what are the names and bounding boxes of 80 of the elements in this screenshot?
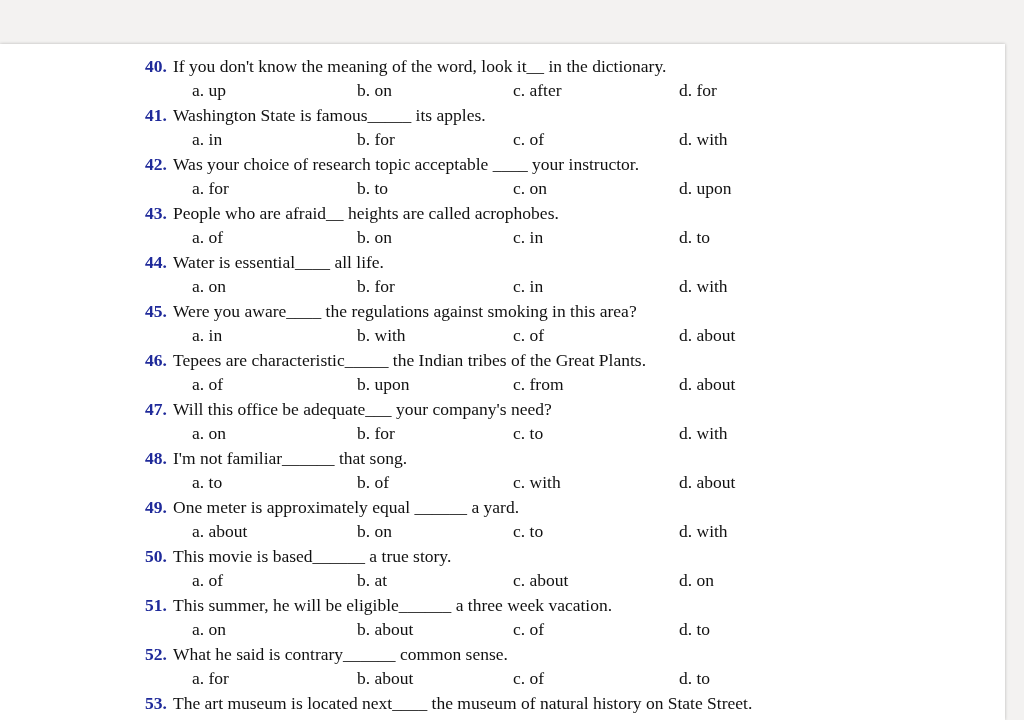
answer-option: c. in (513, 227, 679, 249)
answer-option: b. on (357, 521, 513, 543)
answer-option: a. for (192, 178, 357, 200)
answer-option: d. to (679, 619, 779, 641)
answer-option: c. of (513, 325, 679, 347)
answer-option: c. of (513, 668, 679, 690)
answer-option: a. up (192, 80, 357, 102)
answer-option: c. of (513, 619, 679, 641)
question-text: This movie is based______ a true story. (173, 545, 452, 567)
question-text: I'm not familiar______ that song. (173, 447, 408, 469)
answer-option: d. about (679, 374, 779, 396)
answer-option: d. with (679, 129, 779, 151)
question-number: 43. (145, 202, 168, 224)
answer-option: c. to (513, 423, 679, 445)
question-text: What he said is contrary______ common sense. (173, 643, 508, 665)
answer-option: d. with (679, 521, 779, 543)
answer-option: c. on (513, 178, 679, 200)
answer-option: a. on (192, 276, 357, 298)
answer-option: b. about (357, 619, 513, 641)
answer-option: a. on (192, 423, 357, 445)
answer-option: a. of (192, 227, 357, 249)
answer-option: a. for (192, 668, 357, 690)
question-number: 52. (145, 643, 168, 665)
answer-option: d. about (679, 472, 779, 494)
question-number: 53. (145, 692, 168, 714)
question-number: 50. (145, 545, 168, 567)
answer-option: b. for (357, 276, 513, 298)
question-number: 41. (145, 104, 168, 126)
answer-option: d. for (679, 80, 779, 102)
question-text: Washington State is famous_____ its apples. (173, 104, 486, 126)
question-number: 49. (145, 496, 168, 518)
question-text: One meter is approximately equal ______ a yard. (173, 496, 519, 518)
answer-option: b. to (357, 178, 513, 200)
answer-option: d. upon (679, 178, 779, 200)
answer-option: b. on (357, 227, 513, 249)
answer-option: a. to (192, 472, 357, 494)
question-number: 51. (145, 594, 168, 616)
question-number: 40. (145, 55, 168, 77)
answer-option: b. about (357, 668, 513, 690)
answer-option: d. to (679, 227, 779, 249)
answer-option: c. in (513, 276, 679, 298)
question-number: 42. (145, 153, 168, 175)
answer-option: a. on (192, 619, 357, 641)
question-text: Tepees are characteristic_____ the Indian tribes of the Great Plants. (173, 349, 647, 371)
answer-option: c. about (513, 570, 679, 592)
answer-option: a. of (192, 570, 357, 592)
answer-option: c. after (513, 80, 679, 102)
question-text: Water is essential____ all life. (173, 251, 384, 273)
question-text: Was your choice of research topic acceptable ____ your instructor. (173, 153, 640, 175)
answer-option: a. in (192, 325, 357, 347)
answer-option: b. on (357, 80, 513, 102)
answer-option: a. about (192, 521, 357, 543)
answer-option: b. upon (357, 374, 513, 396)
question-text: This summer, he will be eligible______ a three week vacation. (173, 594, 613, 616)
question-text: Were you aware____ the regulations against smoking in this area? (173, 300, 637, 322)
answer-option: c. with (513, 472, 679, 494)
answer-option: b. with (357, 325, 513, 347)
answer-option: d. with (679, 276, 779, 298)
answer-option: a. in (192, 129, 357, 151)
answer-option: c. to (513, 521, 679, 543)
answer-option: d. on (679, 570, 779, 592)
answer-option: a. of (192, 374, 357, 396)
answer-option: d. to (679, 668, 779, 690)
question-number: 46. (145, 349, 168, 371)
question-number: 44. (145, 251, 168, 273)
question-text: The art museum is located next____ the museum of natural history on State Street. (173, 692, 753, 714)
question-text: If you don't know the meaning of the word, look it__ in the dictionary. (173, 55, 667, 77)
answer-option: b. of (357, 472, 513, 494)
question-text: People who are afraid__ heights are called acrophobes. (173, 202, 559, 224)
answer-option: c. from (513, 374, 679, 396)
question-number: 48. (145, 447, 168, 469)
question-text: Will this office be adequate___ your company's need? (173, 398, 552, 420)
question-number: 45. (145, 300, 168, 322)
answer-option: b. at (357, 570, 513, 592)
answer-option: d. with (679, 423, 779, 445)
answer-option: b. for (357, 423, 513, 445)
question-number: 47. (145, 398, 168, 420)
answer-option: b. for (357, 129, 513, 151)
answer-option: d. about (679, 325, 779, 347)
answer-option: c. of (513, 129, 679, 151)
